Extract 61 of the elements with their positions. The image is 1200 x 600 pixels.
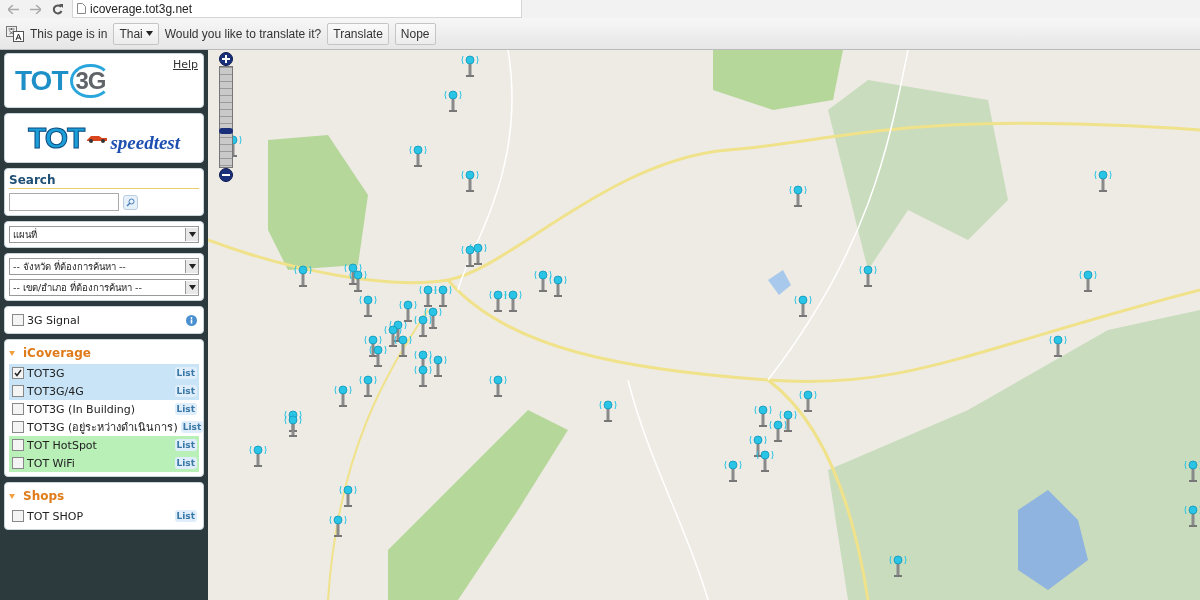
url-text: icoverage.tot3g.net [90, 1, 193, 16]
search-button[interactable] [123, 194, 138, 210]
layer-label: TOT3G (อยู่ระหว่างดำเนินการ) [27, 420, 178, 436]
checkbox[interactable] [12, 439, 24, 451]
checkbox[interactable] [12, 510, 24, 522]
layer-label: TOT WiFi [27, 456, 75, 470]
tot3g-logo: TOT 3G [15, 63, 111, 98]
speedtest-banner[interactable]: TOT speedtest [4, 113, 204, 163]
layer-row[interactable]: TOT WiFi List [9, 454, 199, 472]
translate-icon [6, 25, 24, 42]
layer-row[interactable]: TOT3G List [9, 364, 199, 382]
search-title: Search [9, 173, 199, 189]
list-button[interactable]: List [174, 403, 197, 415]
district-dropdown[interactable]: -- เขต/อำเภอ ที่ต้องการค้นหา -- [9, 279, 199, 296]
search-field[interactable] [9, 193, 119, 211]
translate-question: Would you like to translate it? [164, 26, 322, 41]
search-icon [126, 197, 135, 207]
caret-icon [188, 264, 196, 269]
back-button[interactable] [6, 2, 20, 16]
forward-button[interactable] [28, 2, 42, 16]
translate-button[interactable]: Translate [327, 22, 389, 45]
dismiss-button[interactable]: Nope [394, 22, 436, 45]
layer-row[interactable]: TOT HotSpot List [9, 436, 199, 454]
zoom-thumb[interactable] [219, 128, 233, 135]
list-button[interactable]: List [174, 439, 197, 451]
caret-icon [9, 350, 15, 356]
zoom-slider[interactable] [219, 66, 233, 168]
language-dropdown[interactable]: Thai [113, 22, 159, 45]
checkbox[interactable] [12, 457, 24, 469]
list-button[interactable]: List [174, 385, 197, 397]
checkbox[interactable] [12, 314, 24, 326]
layer-row[interactable]: TOT3G/4G List [9, 382, 199, 400]
race-car-icon [86, 133, 109, 143]
list-button[interactable]: List [180, 421, 204, 433]
layer-label: 3G Signal [27, 313, 80, 327]
checkbox[interactable] [12, 385, 24, 397]
layer-label: TOT3G (In Building) [27, 402, 136, 416]
layer-label: TOT HotSpot [27, 438, 97, 452]
info-icon[interactable] [186, 314, 197, 326]
layer-label: TOT3G/4G [27, 384, 84, 398]
list-button[interactable]: List [174, 510, 197, 522]
help-link[interactable]: Help [172, 58, 198, 71]
list-button[interactable]: List [174, 457, 197, 469]
checkbox[interactable] [12, 367, 24, 379]
layer-label: TOT SHOP [27, 509, 84, 523]
caret-icon [188, 232, 196, 237]
checkbox[interactable] [12, 421, 24, 433]
reload-button[interactable] [50, 2, 64, 16]
checkbox[interactable] [12, 403, 24, 415]
layer-label: TOT3G [27, 366, 65, 380]
page-icon [77, 3, 86, 14]
map-type-dropdown[interactable]: แผนที่ [9, 226, 199, 243]
caret-icon [145, 31, 153, 36]
list-button[interactable]: List [174, 367, 197, 379]
plus-icon [222, 55, 230, 63]
province-dropdown[interactable]: -- จังหวัด ที่ต้องการค้นหา -- [9, 258, 199, 275]
address-bar[interactable]: icoverage.tot3g.net [72, 0, 522, 18]
minus-icon [222, 171, 230, 179]
translate-prompt: This page is in [30, 26, 108, 41]
caret-icon [9, 493, 15, 499]
caret-icon [188, 285, 196, 290]
